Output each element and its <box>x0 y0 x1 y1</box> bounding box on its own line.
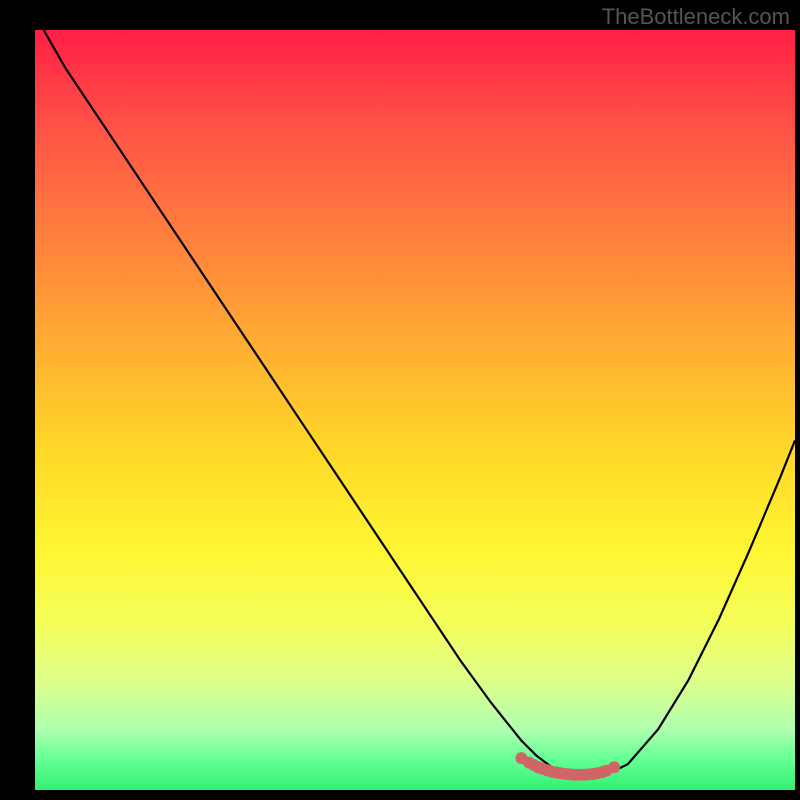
chart-svg <box>35 30 795 790</box>
highlight-marker <box>608 761 620 773</box>
chart-area <box>35 30 795 790</box>
highlight-markers <box>515 752 620 781</box>
curve-line <box>35 30 795 776</box>
watermark-text: TheBottleneck.com <box>602 4 790 30</box>
